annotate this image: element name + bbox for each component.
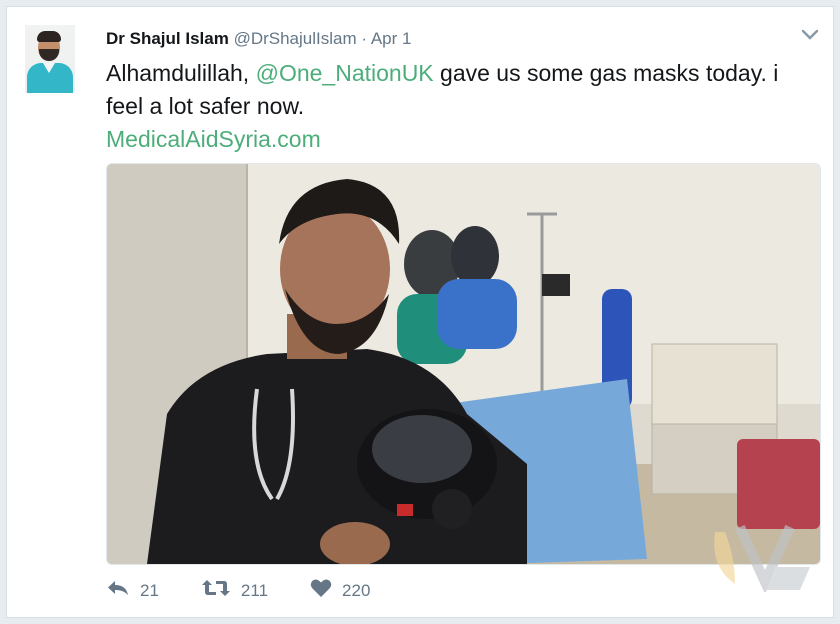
photo-illustration — [107, 164, 820, 564]
avatar[interactable] — [25, 25, 75, 93]
avatar-beard — [39, 49, 59, 61]
tweet-date[interactable]: Apr 1 — [371, 29, 412, 48]
watermark-logo — [705, 512, 815, 597]
separator: · — [361, 29, 368, 48]
tweet-text-part1: Alhamdulillah, — [106, 60, 256, 86]
heart-icon — [310, 578, 342, 603]
tweet-card[interactable]: Dr Shajul Islam @DrShajulIslam · Apr 1 A… — [6, 6, 834, 618]
retweet-count: 211 — [240, 580, 269, 600]
like-count: 220 — [342, 580, 371, 600]
tweet-photo[interactable] — [106, 163, 821, 565]
reply-count: 21 — [140, 580, 159, 600]
tweet-header: Dr Shajul Islam @DrShajulIslam · Apr 1 — [106, 29, 411, 49]
tweet-actions: 21 211 220 — [106, 578, 412, 603]
avatar-hair — [37, 31, 61, 42]
chevron-down-icon[interactable] — [801, 25, 819, 46]
author-handle[interactable]: @DrShajulIslam — [234, 29, 357, 48]
mention-link[interactable]: @One_NationUK — [256, 60, 434, 86]
reply-button[interactable]: 21 — [106, 579, 159, 602]
reply-icon — [106, 579, 140, 602]
retweet-button[interactable]: 211 — [201, 578, 268, 603]
tweet-text: Alhamdulillah, @One_NationUK gave us som… — [106, 57, 786, 156]
url-link[interactable]: MedicalAidSyria.com — [106, 126, 321, 152]
author-name[interactable]: Dr Shajul Islam — [106, 29, 229, 48]
like-button[interactable]: 220 — [310, 578, 370, 603]
retweet-icon — [201, 578, 241, 603]
